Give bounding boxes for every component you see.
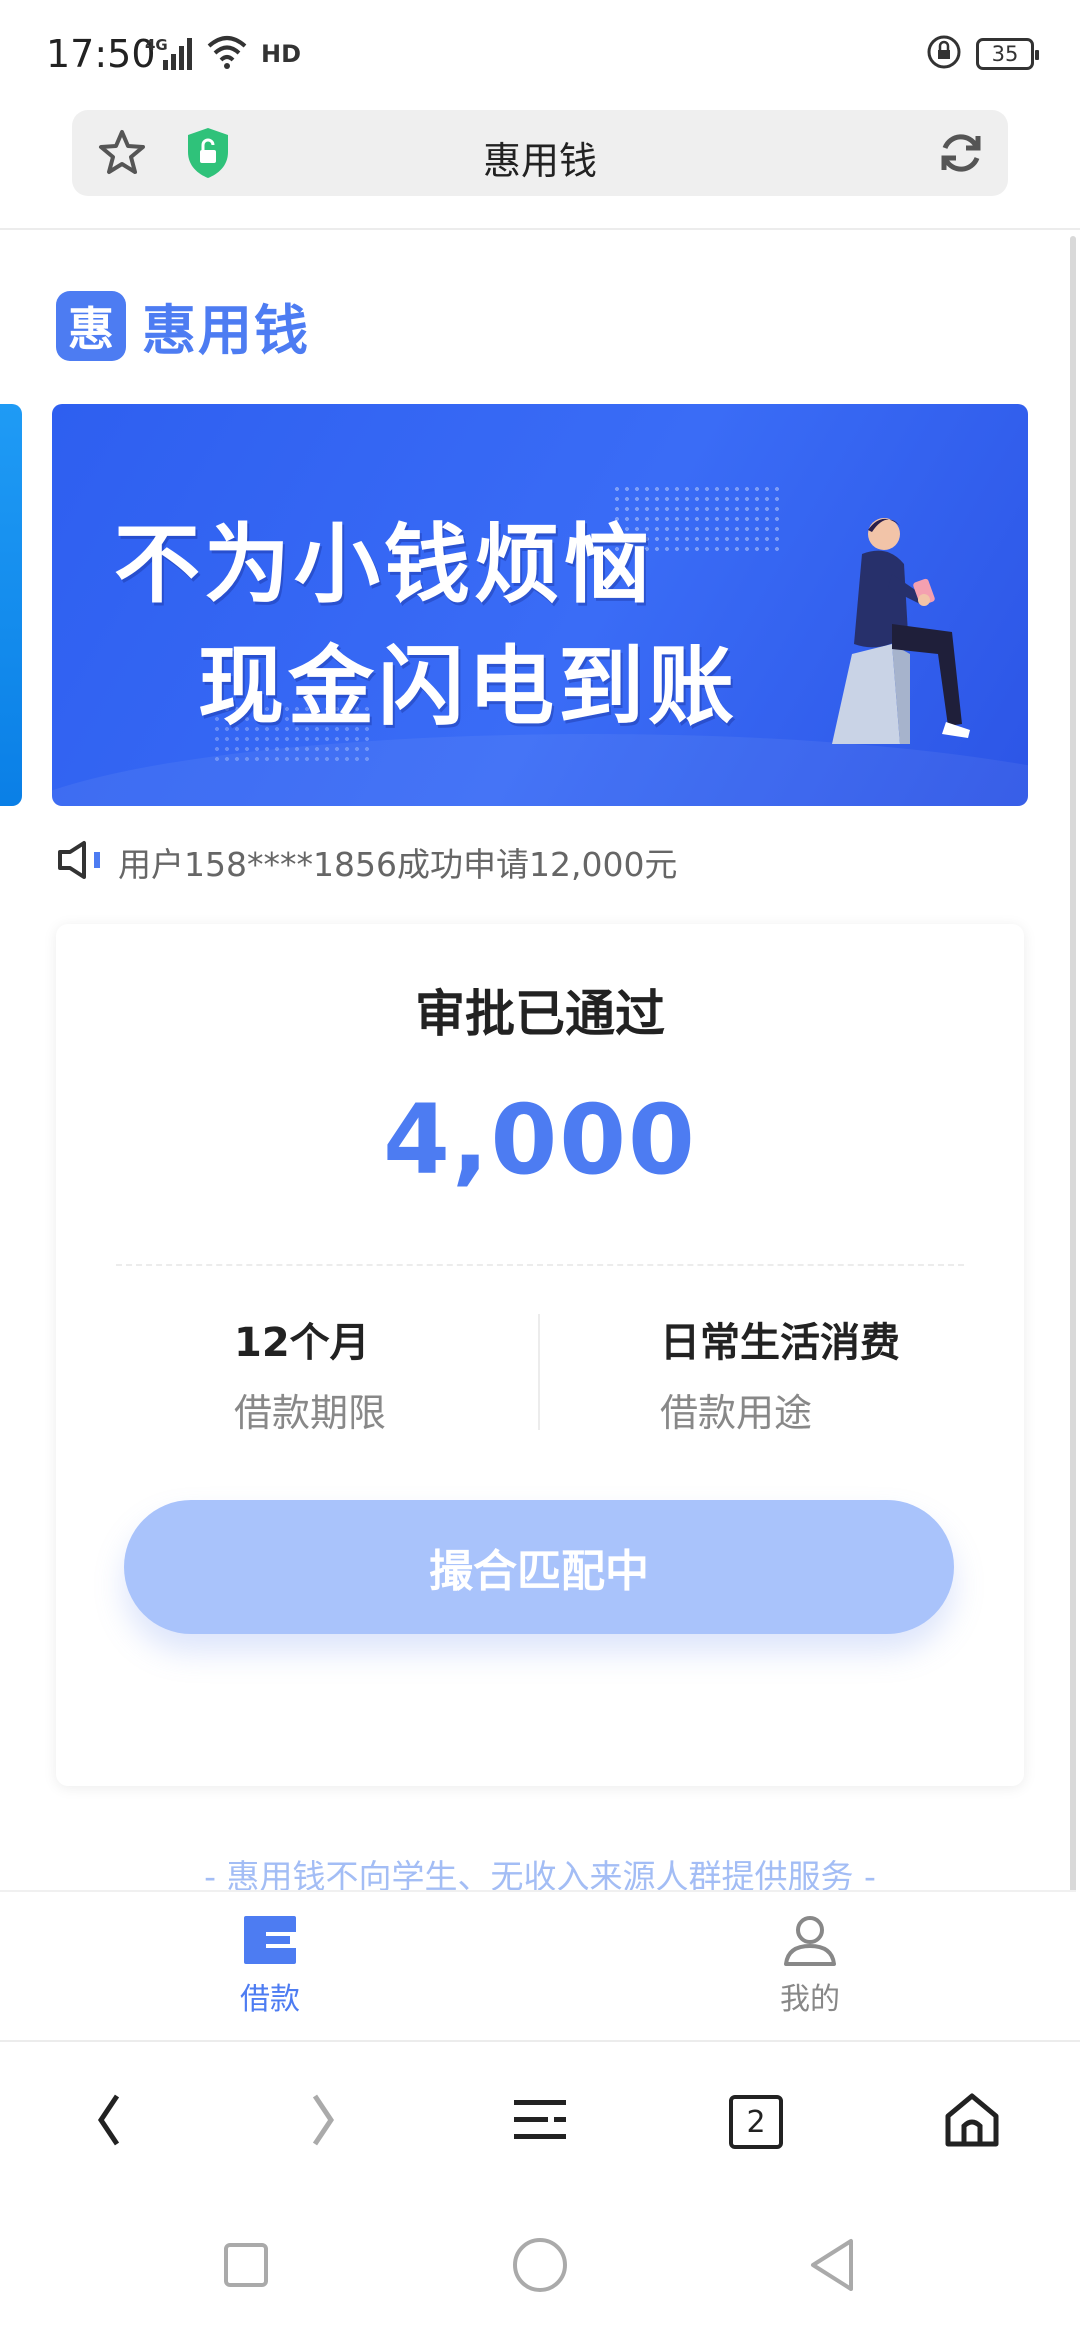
tab-mine[interactable]: 我的 xyxy=(740,1914,880,2018)
rotation-lock-icon xyxy=(926,34,962,74)
promo-banner[interactable]: 不为小钱烦恼 现金闪电到账 xyxy=(52,404,1028,806)
loan-term-value: 12个月 xyxy=(234,1320,370,1366)
wifi-icon xyxy=(205,34,249,74)
square-icon xyxy=(222,2241,270,2293)
browser-home-button[interactable] xyxy=(932,2082,1012,2162)
user-icon xyxy=(782,1916,838,1970)
chevron-right-icon xyxy=(309,2092,339,2152)
browser-tabs-button[interactable]: 2 xyxy=(716,2082,796,2162)
scrollbar[interactable] xyxy=(1070,236,1076,2036)
page-title[interactable]: 惠用钱 xyxy=(72,130,1008,185)
hd-icon: HD xyxy=(261,40,302,68)
loan-term-label: 借款期限 xyxy=(234,1391,387,1435)
status-icons-right: 35 xyxy=(926,34,1039,74)
loan-purpose: 日常生活消费 借款用途 xyxy=(660,1310,900,1437)
app-tab-bar: 借款 我的 xyxy=(0,1890,1076,2040)
browser-forward-button[interactable] xyxy=(284,2082,364,2162)
loan-purpose-value: 日常生活消费 xyxy=(660,1320,900,1366)
app-logo: 惠 惠用钱 xyxy=(56,286,310,365)
matching-button[interactable]: 撮合匹配中 xyxy=(124,1500,954,1634)
vertical-divider xyxy=(538,1314,540,1430)
person-with-phone-illustration xyxy=(792,504,992,748)
logo-text: 惠用钱 xyxy=(142,299,310,362)
triangle-back-icon xyxy=(807,2237,857,2297)
status-time: 17:50 xyxy=(46,32,156,76)
divider xyxy=(0,228,1080,230)
system-home-button[interactable] xyxy=(500,2232,580,2302)
tab-borrow[interactable]: 借款 xyxy=(200,1914,340,2018)
battery-icon: 35 xyxy=(976,38,1039,70)
approval-card: 审批已通过 4,000 12个月 借款期限 日常生活消费 借款用途 撮合匹配中 xyxy=(56,924,1024,1786)
signal-icon: 4G xyxy=(145,36,193,72)
logo-mark: 惠 xyxy=(56,290,126,361)
application-notice: 用户158****1856成功申请12,000元 xyxy=(56,838,677,886)
browser-back-button[interactable] xyxy=(68,2082,148,2162)
refresh-icon[interactable] xyxy=(936,128,986,182)
menu-icon xyxy=(512,2096,568,2148)
status-bar: 17:50 4G HD 35 xyxy=(0,0,1080,105)
circle-icon xyxy=(511,2236,569,2298)
banner-headline-1: 不为小钱烦恼 xyxy=(114,515,654,615)
banner-previous-slide[interactable] xyxy=(0,404,22,806)
wallet-icon xyxy=(242,1916,298,1970)
browser-toolbar: 2 xyxy=(0,2042,1080,2192)
tab-mine-label: 我的 xyxy=(780,1982,840,2017)
status-icons-left: 4G HD xyxy=(145,34,301,74)
approved-amount: 4,000 xyxy=(383,1084,697,1196)
notice-text: 用户158****1856成功申请12,000元 xyxy=(118,845,678,884)
dashed-divider xyxy=(116,1264,964,1266)
loan-term: 12个月 借款期限 xyxy=(234,1310,386,1437)
banner-headline-2: 现金闪电到账 xyxy=(198,637,738,737)
tab-count-badge: 2 xyxy=(729,2095,783,2149)
system-navigation-bar xyxy=(0,2192,1080,2340)
tab-borrow-label: 借款 xyxy=(240,1982,300,2017)
loan-purpose-label: 借款用途 xyxy=(660,1391,813,1435)
chevron-left-icon xyxy=(93,2092,123,2152)
speaker-icon xyxy=(56,840,104,884)
recents-button[interactable] xyxy=(206,2232,286,2302)
approval-title: 审批已通过 xyxy=(415,985,665,1043)
system-back-button[interactable] xyxy=(792,2232,872,2302)
screen: 17:50 4G HD 35 惠用钱 惠 惠用钱 不为小钱烦恼 现金闪电到账 用… xyxy=(0,0,1080,2340)
address-bar[interactable]: 惠用钱 xyxy=(72,110,1008,196)
home-icon xyxy=(943,2092,1001,2152)
browser-menu-button[interactable] xyxy=(500,2082,580,2162)
